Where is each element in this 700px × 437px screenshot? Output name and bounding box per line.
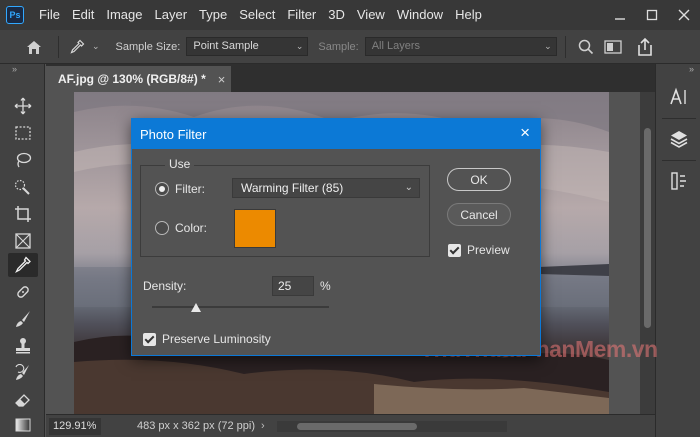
clone-stamp-tool-icon[interactable] bbox=[8, 334, 38, 358]
vertical-scrollbar[interactable] bbox=[640, 92, 655, 414]
menu-help[interactable]: Help bbox=[449, 0, 488, 30]
panel-divider bbox=[662, 160, 696, 161]
document-tab-title: AF.jpg @ 130% (RGB/8#) * bbox=[58, 72, 206, 86]
status-bar: 129.91% 483 px x 362 px (72 ppi) › bbox=[46, 414, 655, 437]
sample-value: All Layers bbox=[371, 40, 421, 52]
menu-layer[interactable]: Layer bbox=[149, 0, 194, 30]
menu-bar: Ps File Edit Image Layer Type Select Fil… bbox=[0, 0, 700, 30]
preview-label: Preview bbox=[467, 243, 510, 257]
use-group: Use Filter: Warming Filter (85) ⌄ Color: bbox=[140, 157, 430, 257]
menu-window[interactable]: Window bbox=[391, 0, 449, 30]
menu-type[interactable]: Type bbox=[193, 0, 233, 30]
ok-button[interactable]: OK bbox=[447, 168, 511, 191]
filter-select-value: Warming Filter (85) bbox=[241, 181, 344, 195]
tools-panel: » bbox=[0, 64, 45, 437]
sample-select: All Layers ⌄ bbox=[364, 37, 557, 56]
healing-brush-tool-icon[interactable] bbox=[8, 280, 38, 304]
chevron-right-icon[interactable]: › bbox=[261, 420, 265, 432]
menu-filter[interactable]: Filter bbox=[281, 0, 322, 30]
minimize-icon[interactable] bbox=[604, 0, 636, 30]
layers-panel-icon[interactable] bbox=[666, 126, 692, 152]
document-tab-bar: AF.jpg @ 130% (RGB/8#) * × bbox=[46, 64, 655, 92]
close-icon[interactable]: × bbox=[520, 124, 530, 142]
use-legend: Use bbox=[165, 157, 195, 171]
eraser-tool-icon[interactable] bbox=[8, 388, 38, 412]
brush-tool-icon[interactable] bbox=[8, 307, 38, 331]
close-icon[interactable]: × bbox=[218, 72, 226, 87]
density-label: Density: bbox=[143, 279, 187, 293]
menu-select[interactable]: Select bbox=[233, 0, 281, 30]
workspace-icon[interactable] bbox=[604, 37, 626, 57]
preserve-luminosity-label: Preserve Luminosity bbox=[162, 332, 271, 346]
document-tab[interactable]: AF.jpg @ 130% (RGB/8#) * × bbox=[46, 66, 231, 92]
sample-size-select[interactable]: Point Sample ⌄ bbox=[186, 37, 309, 56]
menu-view[interactable]: View bbox=[351, 0, 391, 30]
options-divider bbox=[58, 35, 59, 58]
density-unit: % bbox=[320, 279, 331, 293]
options-bar: ⌄ Sample Size: Point Sample ⌄ Sample: Al… bbox=[0, 30, 700, 64]
home-icon[interactable] bbox=[24, 37, 44, 57]
density-slider-track[interactable] bbox=[152, 306, 329, 308]
collapse-panel-icon[interactable]: » bbox=[12, 64, 17, 74]
sample-label: Sample: bbox=[318, 40, 359, 53]
panel-dock: » bbox=[655, 64, 700, 437]
chevron-down-icon: ⌄ bbox=[404, 182, 413, 193]
dialog-titlebar[interactable]: Photo Filter × bbox=[132, 119, 540, 149]
crop-tool-icon[interactable] bbox=[8, 202, 38, 226]
move-tool-icon[interactable] bbox=[8, 94, 38, 118]
collapse-panel-icon[interactable]: » bbox=[689, 64, 694, 74]
window-controls bbox=[604, 0, 700, 30]
color-radio[interactable] bbox=[155, 221, 169, 235]
preserve-luminosity-checkbox[interactable] bbox=[143, 333, 156, 346]
options-divider bbox=[564, 35, 566, 58]
character-panel-icon[interactable] bbox=[666, 84, 692, 110]
menu-edit[interactable]: Edit bbox=[66, 0, 100, 30]
cancel-button[interactable]: Cancel bbox=[447, 203, 511, 226]
density-slider-thumb[interactable] bbox=[191, 303, 202, 312]
maximize-icon[interactable] bbox=[636, 0, 668, 30]
vertical-scrollbar-thumb[interactable] bbox=[644, 128, 651, 328]
horizontal-scrollbar[interactable] bbox=[276, 420, 507, 432]
menu-3d[interactable]: 3D bbox=[322, 0, 351, 30]
marquee-tool-icon[interactable] bbox=[8, 121, 38, 145]
photoshop-logo-icon: Ps bbox=[6, 6, 24, 24]
adjustments-panel-icon[interactable] bbox=[666, 168, 692, 194]
filter-select[interactable]: Warming Filter (85) ⌄ bbox=[232, 178, 420, 198]
photo-filter-dialog: Photo Filter × Use Filter: Warming Filte… bbox=[131, 118, 541, 356]
menu-image[interactable]: Image bbox=[100, 0, 148, 30]
eyedropper-tool-preset-icon[interactable] bbox=[69, 37, 91, 57]
quick-selection-tool-icon[interactable] bbox=[8, 175, 38, 199]
chevron-down-icon: ⌄ bbox=[295, 41, 304, 51]
search-icon[interactable] bbox=[578, 37, 598, 57]
zoom-level-field[interactable]: 129.91% bbox=[49, 417, 101, 435]
document-info: 483 px x 362 px (72 ppi) bbox=[137, 420, 256, 432]
share-icon[interactable] bbox=[636, 36, 658, 58]
history-brush-tool-icon[interactable] bbox=[8, 361, 38, 385]
eyedropper-tool-icon[interactable] bbox=[8, 253, 38, 277]
close-window-icon[interactable] bbox=[668, 0, 700, 30]
preview-checkbox[interactable] bbox=[448, 244, 461, 257]
chevron-down-icon[interactable]: ⌄ bbox=[92, 41, 100, 52]
frame-tool-icon[interactable] bbox=[8, 229, 38, 253]
horizontal-scrollbar-thumb[interactable] bbox=[296, 422, 417, 430]
menu-file[interactable]: File bbox=[33, 0, 66, 30]
lasso-tool-icon[interactable] bbox=[8, 148, 38, 172]
density-input[interactable]: 25 bbox=[272, 276, 314, 296]
sample-size-label: Sample Size: bbox=[115, 40, 181, 53]
filter-label: Filter: bbox=[175, 182, 205, 196]
color-swatch[interactable] bbox=[234, 209, 276, 248]
panel-divider bbox=[662, 118, 696, 119]
color-label: Color: bbox=[175, 221, 208, 235]
gradient-tool-icon[interactable] bbox=[8, 413, 38, 437]
chevron-down-icon: ⌄ bbox=[544, 41, 552, 51]
filter-radio[interactable] bbox=[155, 182, 169, 196]
sample-size-value: Point Sample bbox=[193, 40, 259, 52]
dialog-title: Photo Filter bbox=[140, 126, 207, 142]
